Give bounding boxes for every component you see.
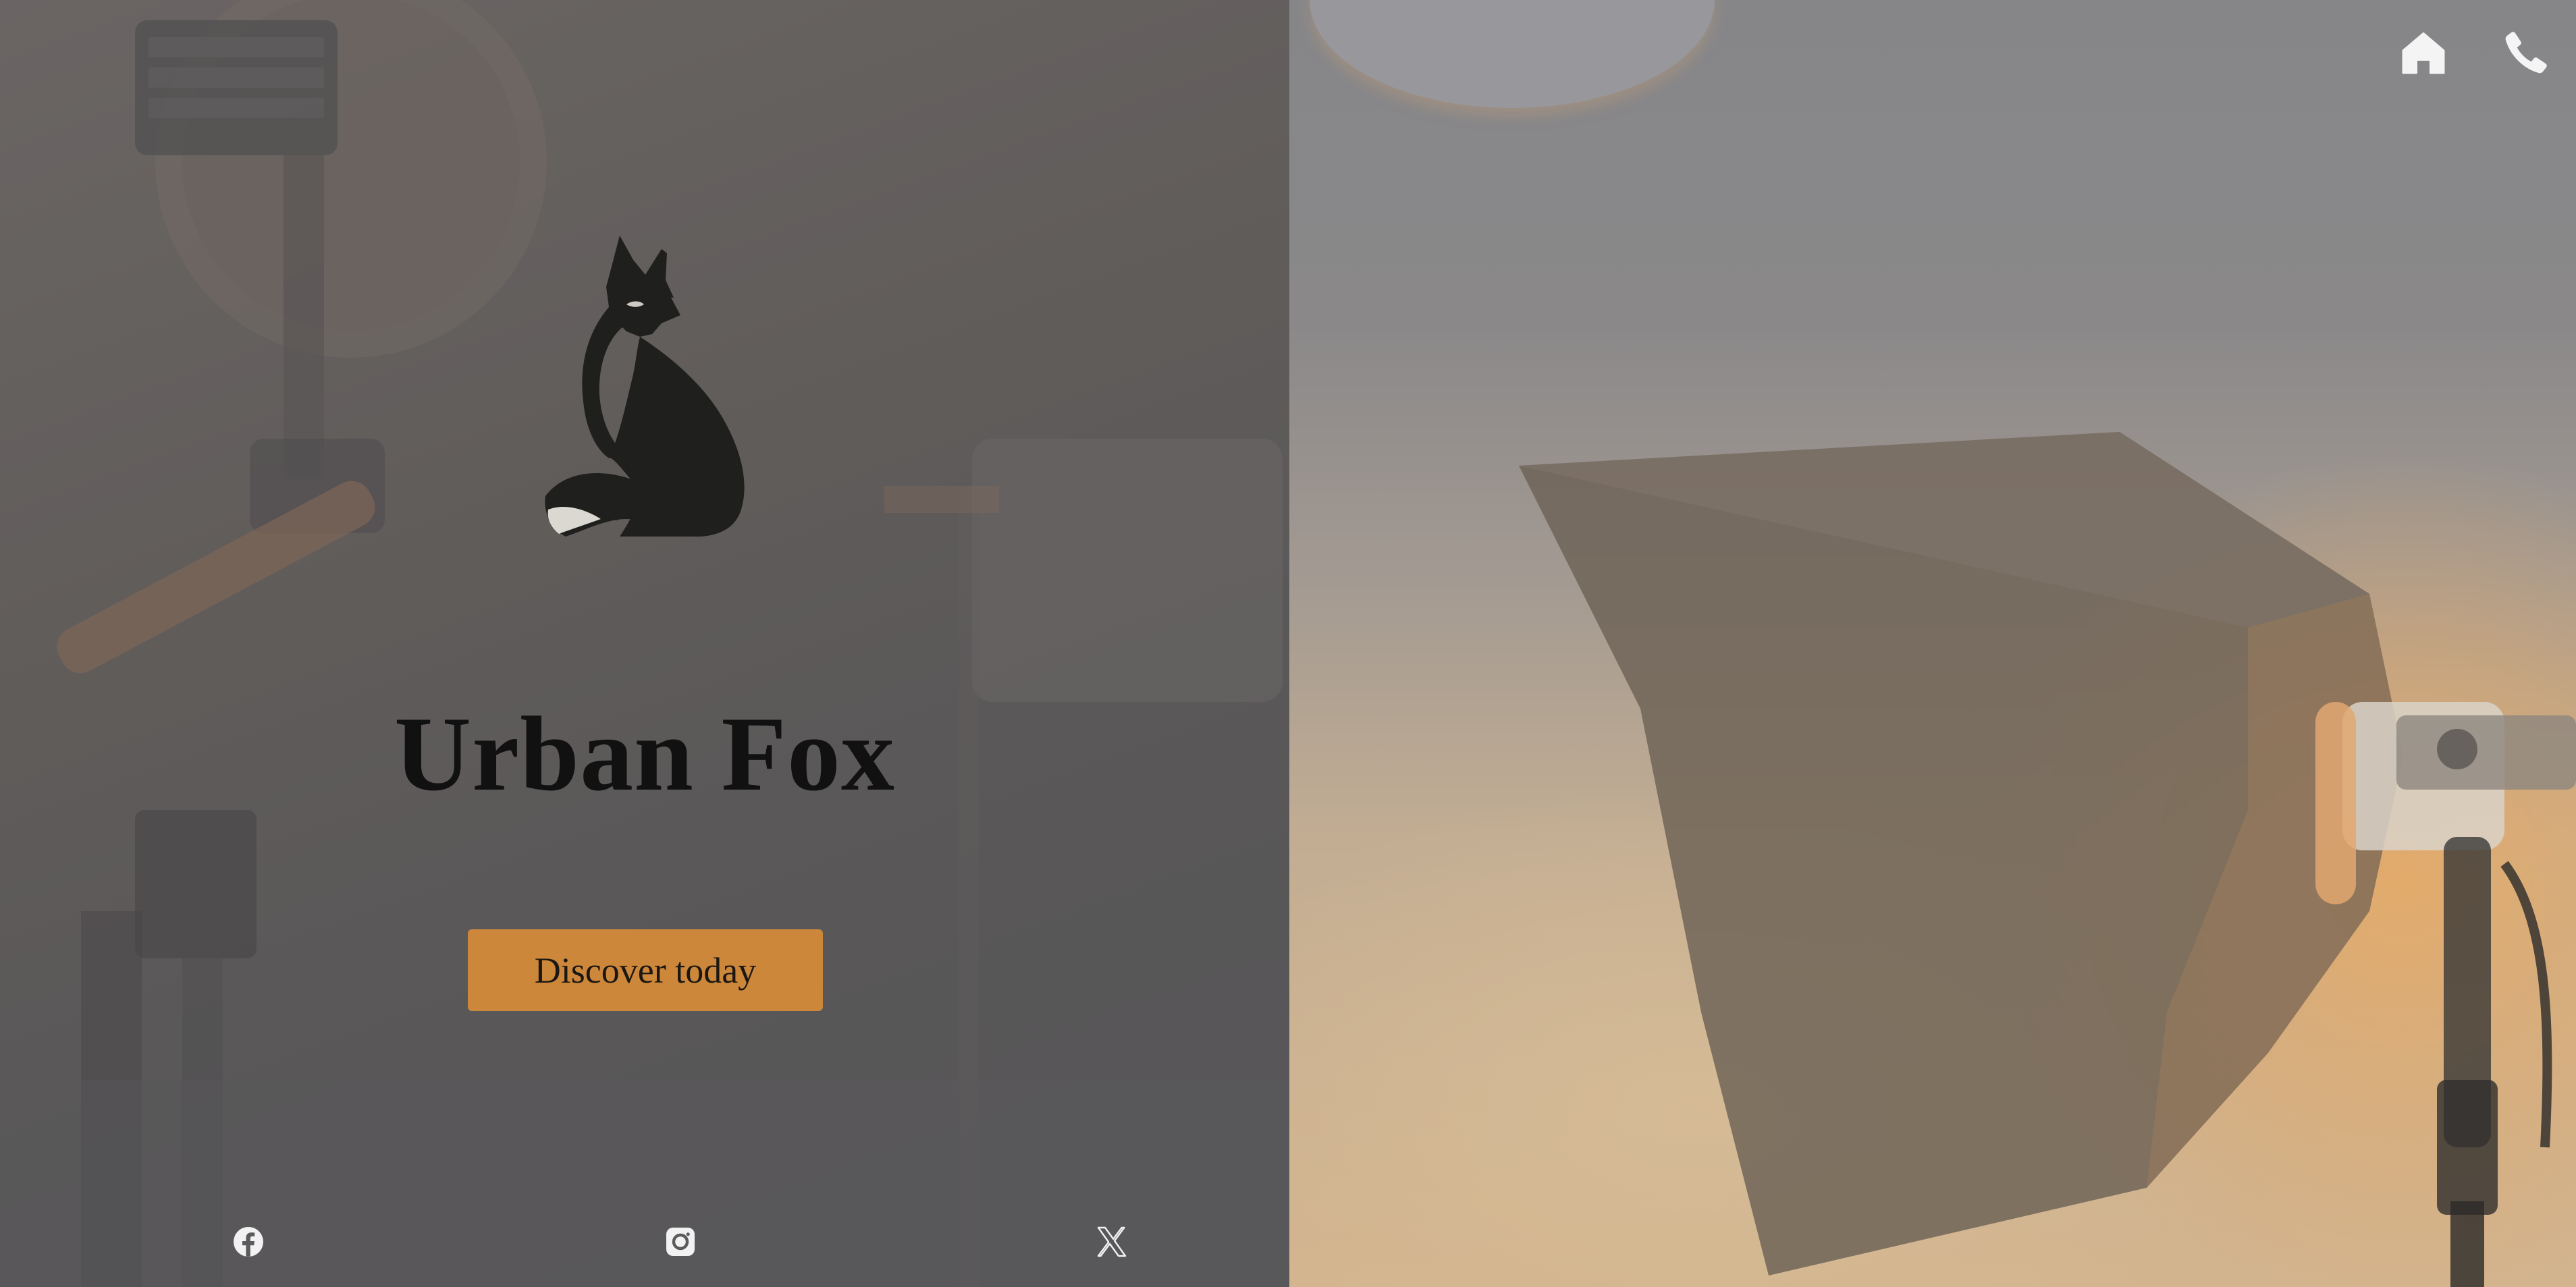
brand-title: Urban Fox — [394, 695, 895, 813]
left-panel-overlay — [0, 0, 1289, 1287]
softbox-image — [1519, 432, 2576, 1287]
x-twitter-link[interactable] — [1093, 1223, 1131, 1261]
fox-logo-icon — [545, 236, 745, 537]
hero-right-panel — [1289, 0, 2576, 1287]
instagram-link[interactable] — [662, 1223, 699, 1261]
home-icon — [2402, 32, 2445, 74]
instagram-icon — [666, 1228, 695, 1256]
facebook-icon — [234, 1227, 263, 1257]
facebook-link[interactable] — [230, 1223, 267, 1261]
phone-icon — [2505, 32, 2547, 74]
x-twitter-icon — [1097, 1226, 1127, 1257]
home-nav-link[interactable] — [2396, 26, 2450, 80]
discover-today-button[interactable]: Discover today — [468, 929, 823, 1011]
phone-nav-link[interactable] — [2499, 26, 2553, 80]
hero-left-panel: Urban Fox Discover today — [0, 0, 1289, 1287]
